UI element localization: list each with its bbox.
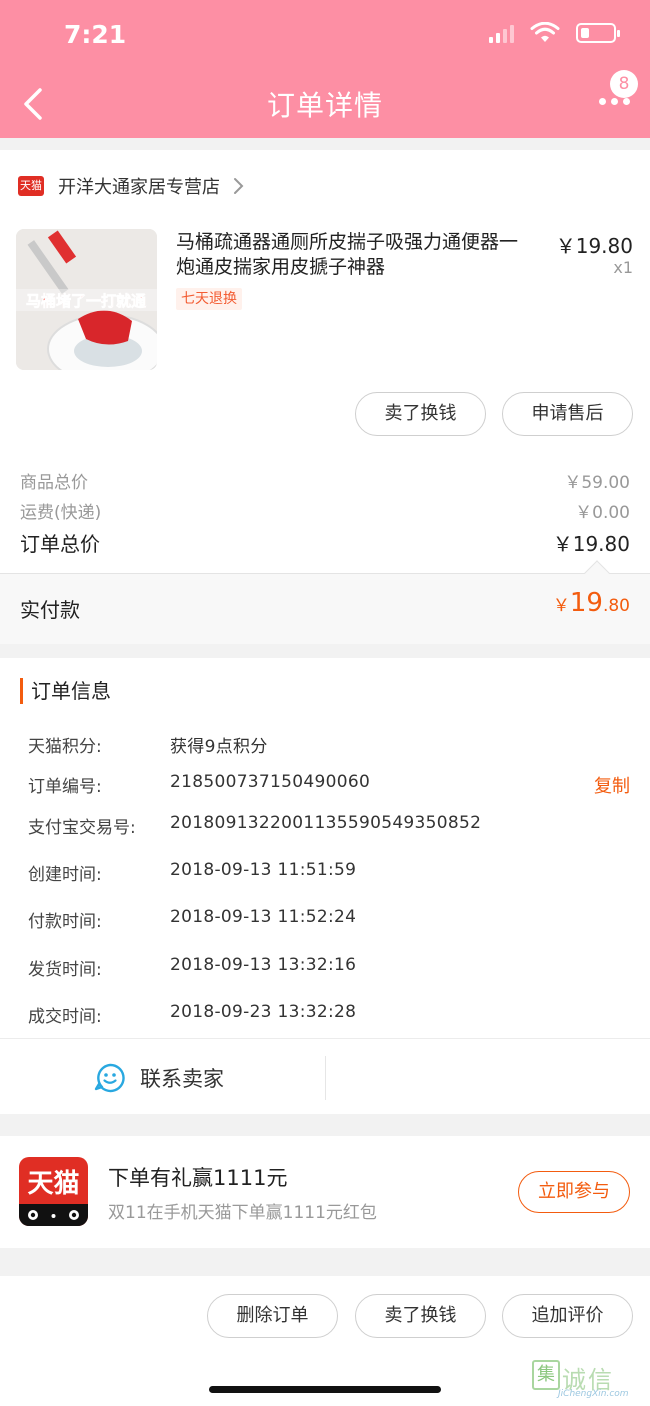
delete-order-button[interactable]: 删除订单: [207, 1294, 338, 1338]
order-info-card: 订单信息 天猫积分: 获得9点积分 订单编号: 2185007371504900…: [0, 658, 650, 1114]
shipping-label: 运费(快递): [20, 503, 102, 523]
goods-total-value: ￥59.00: [564, 473, 630, 493]
shipped-time-row: 发货时间: 2018-09-13 13:32:16: [28, 955, 357, 980]
created-time-value: 2018-09-13 11:51:59: [170, 860, 357, 880]
promo-banner[interactable]: 天猫 下单有礼赢1111元 双11在手机天猫下单赢1111元红包 立即参与: [0, 1136, 650, 1248]
join-now-button[interactable]: 立即参与: [518, 1171, 630, 1213]
alipay-trade-row: 支付宝交易号: 2018091322001135590549350852: [28, 813, 482, 838]
points-value: 获得9点积分: [170, 737, 268, 757]
shipping-value: ￥0.00: [575, 503, 630, 523]
tmall-badge-icon: 天猫: [18, 176, 44, 196]
points-row: 天猫积分: 获得9点积分: [28, 732, 630, 758]
paid-time-row: 付款时间: 2018-09-13 11:52:24: [28, 907, 357, 932]
product-price: ￥19.80: [555, 234, 633, 258]
store-name: 开洋大通家居专营店: [58, 177, 220, 198]
wifi-icon: [530, 22, 560, 42]
product-thumbnail[interactable]: 马桶堵了一打就通: [16, 229, 157, 370]
tmall-logo-icon: 天猫: [19, 1157, 88, 1226]
apply-after-sale-button[interactable]: 申请售后: [502, 392, 633, 436]
seven-day-return-tag: 七天退换: [176, 288, 242, 310]
alipay-trade-value: 2018091322001135590549350852: [170, 813, 482, 833]
cellular-signal-icon: [489, 23, 514, 43]
watermark-logo: 集 诚信 JiChengXin.com: [528, 1358, 646, 1399]
copy-order-number-button[interactable]: 复制: [594, 772, 630, 798]
plunger-product-image: 马桶堵了一打就通: [16, 229, 157, 370]
page-title: 订单详情: [266, 89, 383, 122]
sell-for-cash-button[interactable]: 卖了换钱: [355, 392, 486, 436]
order-total-label: 订单总价: [20, 532, 100, 556]
app-header: 7:21 订单详情 8: [0, 0, 650, 138]
product-quantity: x1: [613, 258, 633, 277]
product-image-caption: 马桶堵了一打就通: [26, 292, 146, 310]
divider: [325, 1056, 326, 1100]
home-indicator[interactable]: [209, 1386, 441, 1393]
paid-time-value: 2018-09-13 11:52:24: [170, 907, 357, 927]
bottom-action-bar: 删除订单 卖了换钱 追加评价 集 诚信 JiChengXin.com: [0, 1276, 650, 1406]
chat-face-icon: [94, 1063, 125, 1093]
order-item-card: 天猫 开洋大通家居专营店 马桶堵了一打就通 马桶疏通器通厕所皮揣子吸强力通便器一…: [0, 150, 650, 644]
shipped-time-value: 2018-09-13 13:32:16: [170, 955, 357, 975]
battery-icon: [576, 23, 620, 43]
goods-total-row: 商品总价 ￥59.00: [20, 468, 630, 493]
divider: [0, 1038, 650, 1039]
actual-paid-label: 实付款: [20, 598, 80, 622]
message-count-badge: 8: [610, 70, 638, 98]
promo-title: 下单有礼赢1111元: [108, 1166, 288, 1190]
store-link[interactable]: 天猫 开洋大通家居专营店: [18, 170, 246, 202]
goods-total-label: 商品总价: [20, 473, 88, 493]
order-info-heading: 订单信息: [20, 678, 111, 704]
status-time: 7:21: [64, 20, 127, 49]
sell-for-cash-bottom-button[interactable]: 卖了换钱: [355, 1294, 486, 1338]
actual-paid-row: 实付款 ￥19.80: [0, 560, 650, 644]
order-number-row: 订单编号: 218500737150490060 复制: [28, 772, 630, 798]
add-review-button[interactable]: 追加评价: [502, 1294, 633, 1338]
actual-paid-value: ￥19.80: [552, 588, 630, 618]
completed-time-row: 成交时间: 2018-09-23 13:32:28: [28, 1002, 357, 1027]
order-total-row: 订单总价 ￥19.80: [20, 528, 630, 557]
order-total-value: ￥19.80: [552, 532, 630, 556]
contact-seller-button[interactable]: 联系卖家: [94, 1056, 224, 1100]
product-title[interactable]: 马桶疏通器通厕所皮揣子吸强力通便器一炮通皮揣家用皮搋子神器: [176, 230, 536, 280]
promo-subtitle: 双11在手机天猫下单赢1111元红包: [108, 1203, 377, 1223]
more-options-button[interactable]: [599, 98, 630, 105]
chevron-right-icon: [234, 178, 244, 194]
created-time-row: 创建时间: 2018-09-13 11:51:59: [28, 860, 357, 885]
status-icons: [489, 22, 620, 44]
completed-time-value: 2018-09-23 13:32:28: [170, 1002, 357, 1022]
order-number-value: 218500737150490060: [170, 772, 371, 792]
shipping-row: 运费(快递) ￥0.00: [20, 498, 630, 523]
